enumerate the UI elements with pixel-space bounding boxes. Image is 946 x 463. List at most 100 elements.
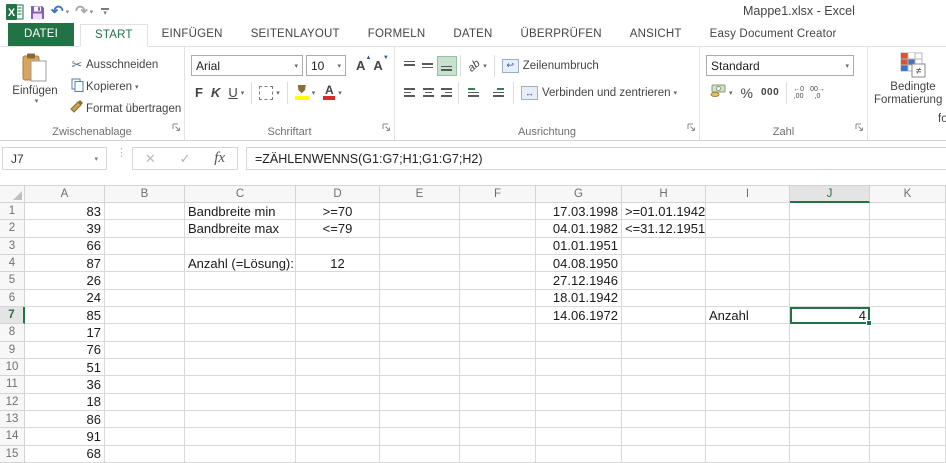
cell-I5[interactable] [706, 272, 790, 289]
cell-D9[interactable] [296, 342, 380, 359]
cell-B8[interactable] [105, 324, 185, 341]
cell-C11[interactable] [185, 376, 296, 393]
cell-I12[interactable] [706, 394, 790, 411]
cell-H5[interactable] [622, 272, 706, 289]
cell-C15[interactable] [185, 446, 296, 463]
tab-datei[interactable]: DATEI [8, 23, 74, 46]
column-header-I[interactable]: I [706, 185, 790, 203]
cell-I3[interactable] [706, 238, 790, 255]
cell-I8[interactable] [706, 324, 790, 341]
cell-K13[interactable] [870, 411, 946, 428]
column-header-B[interactable]: B [105, 185, 185, 203]
tab--berpr-fen[interactable]: ÜBERPRÜFEN [507, 23, 616, 46]
cancel-button[interactable]: ✕ [145, 151, 156, 167]
cell-J13[interactable] [790, 411, 870, 428]
cell-G10[interactable] [536, 359, 622, 376]
cell-F11[interactable] [460, 376, 536, 393]
clipboard-dialog-launcher[interactable] [171, 119, 181, 137]
cell-B15[interactable] [105, 446, 185, 463]
cell-A6[interactable]: 24 [25, 290, 105, 307]
cell-G9[interactable] [536, 342, 622, 359]
cell-E13[interactable] [380, 411, 460, 428]
cell-E2[interactable] [380, 220, 460, 237]
cell-H1[interactable]: >=01.01.1942 [622, 203, 706, 220]
align-center-button[interactable] [419, 84, 437, 102]
number-dialog-launcher[interactable] [854, 119, 864, 137]
cell-K15[interactable] [870, 446, 946, 463]
cell-E10[interactable] [380, 359, 460, 376]
borders-button[interactable]: ▾ [255, 84, 284, 102]
cell-K4[interactable] [870, 255, 946, 272]
cell-A1[interactable]: 83 [25, 203, 105, 220]
increase-decimal-button[interactable]: ←0 ,00 [790, 86, 807, 100]
cell-I11[interactable] [706, 376, 790, 393]
redo-button[interactable]: ↷ ▾ [75, 3, 93, 21]
cell-B7[interactable] [105, 307, 185, 324]
cell-H2[interactable]: <=31.12.1951 [622, 220, 706, 237]
cell-B4[interactable] [105, 255, 185, 272]
cell-I10[interactable] [706, 359, 790, 376]
alignment-dialog-launcher[interactable] [686, 119, 696, 137]
accounting-format-button[interactable]: ▾ [706, 82, 737, 104]
column-header-C[interactable]: C [185, 185, 296, 203]
cell-D6[interactable] [296, 290, 380, 307]
insert-function-button[interactable]: fx [214, 150, 225, 167]
cell-K8[interactable] [870, 324, 946, 341]
row-header-2[interactable]: 2 [0, 220, 25, 237]
cell-C5[interactable] [185, 272, 296, 289]
cell-B14[interactable] [105, 428, 185, 445]
shrink-font-button[interactable]: A▼ [369, 57, 386, 74]
cell-A7[interactable]: 85 [25, 307, 105, 324]
merge-center-button[interactable]: ↔ Verbinden und zentrieren ▾ [517, 84, 681, 102]
cell-K6[interactable] [870, 290, 946, 307]
conditional-formatting-button[interactable]: ≠ Bedingte Formatierung ▾ [878, 52, 946, 108]
row-header-10[interactable]: 10 [0, 359, 25, 376]
decrease-indent-button[interactable] [462, 83, 486, 103]
cell-C10[interactable] [185, 359, 296, 376]
column-header-H[interactable]: H [622, 185, 706, 203]
cell-G12[interactable] [536, 394, 622, 411]
cell-C8[interactable] [185, 324, 296, 341]
align-middle-button[interactable] [419, 57, 437, 75]
align-top-button[interactable] [401, 57, 419, 75]
cell-E4[interactable] [380, 255, 460, 272]
cell-D14[interactable] [296, 428, 380, 445]
row-header-13[interactable]: 13 [0, 411, 25, 428]
cell-C2[interactable]: Bandbreite max [185, 220, 296, 237]
cell-K9[interactable] [870, 342, 946, 359]
number-format-combo[interactable]: Standard ▾ [706, 55, 854, 76]
cell-K1[interactable] [870, 203, 946, 220]
cell-F2[interactable] [460, 220, 536, 237]
cell-H14[interactable] [622, 428, 706, 445]
cell-G11[interactable] [536, 376, 622, 393]
cell-C4[interactable]: Anzahl (=Lösung): [185, 255, 296, 272]
format-painter-button[interactable]: Format übertragen [66, 98, 183, 120]
row-header-5[interactable]: 5 [0, 272, 25, 289]
cell-G14[interactable] [536, 428, 622, 445]
fill-color-button[interactable]: ⛊ ▾ [291, 83, 320, 102]
cell-A14[interactable]: 91 [25, 428, 105, 445]
select-all-corner[interactable] [0, 185, 25, 203]
row-header-9[interactable]: 9 [0, 342, 25, 359]
redo-dropdown-caret[interactable]: ▾ [90, 8, 94, 16]
cut-button[interactable]: ✂ Ausschneiden [66, 54, 183, 76]
underline-button[interactable]: U ▾ [224, 83, 248, 102]
paste-button[interactable]: Einfügen ▾ [8, 53, 62, 125]
cell-A5[interactable]: 26 [25, 272, 105, 289]
row-header-14[interactable]: 14 [0, 428, 25, 445]
cell-D11[interactable] [296, 376, 380, 393]
percent-style-button[interactable]: % [737, 83, 757, 103]
cell-A8[interactable]: 17 [25, 324, 105, 341]
column-header-E[interactable]: E [380, 185, 460, 203]
cell-A3[interactable]: 66 [25, 238, 105, 255]
cell-F15[interactable] [460, 446, 536, 463]
font-name-combo[interactable]: Arial ▾ [191, 55, 303, 76]
cell-C7[interactable] [185, 307, 296, 324]
save-button[interactable] [30, 5, 45, 20]
cell-C3[interactable] [185, 238, 296, 255]
grow-font-button[interactable]: A▲ [352, 57, 369, 74]
cell-K10[interactable] [870, 359, 946, 376]
cell-A13[interactable]: 86 [25, 411, 105, 428]
cell-B10[interactable] [105, 359, 185, 376]
cell-C6[interactable] [185, 290, 296, 307]
